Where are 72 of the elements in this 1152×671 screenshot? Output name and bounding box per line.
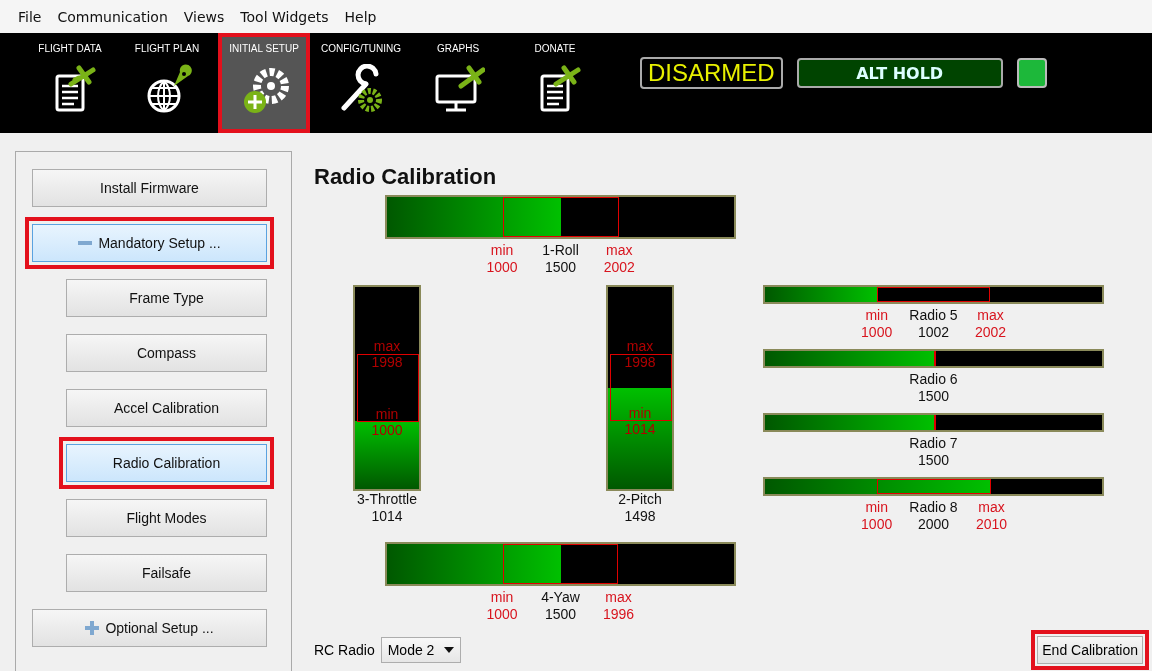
sidebar-button[interactable]: Failsafe xyxy=(66,554,267,592)
max-value: 1998 xyxy=(371,354,403,371)
max-label: max xyxy=(977,307,1004,324)
min-value: 1000 xyxy=(486,606,518,623)
min-label: min xyxy=(490,589,514,606)
min-label: min xyxy=(865,499,888,516)
max-label: max xyxy=(605,589,632,606)
channel-value: 1500 xyxy=(917,452,950,469)
sidebar-button[interactable]: Optional Setup ... xyxy=(32,609,267,647)
nav-tab[interactable]: DONATE xyxy=(509,33,601,133)
channel-name: Radio 8 xyxy=(909,499,958,516)
max-value: 2010 xyxy=(975,516,1008,533)
sidebar-button[interactable]: Accel Calibration xyxy=(66,389,267,427)
max-label: max xyxy=(978,499,1005,516)
sidebar-button[interactable]: Radio Calibration xyxy=(66,444,267,482)
menu-item[interactable]: Views xyxy=(175,8,233,25)
range-marker xyxy=(933,351,936,366)
channel-value: 1500 xyxy=(544,606,577,623)
channel-value: 1500 xyxy=(917,388,950,405)
page-title: Radio Calibration xyxy=(314,164,498,190)
nav-tab[interactable]: FLIGHT PLAN xyxy=(121,33,213,133)
channel-name: Radio 6 xyxy=(909,371,958,388)
max-value: 2002 xyxy=(974,324,1007,341)
sidebar-button[interactable]: Mandatory Setup ... xyxy=(32,224,267,262)
highlight-frame[interactable]: INITIAL SETUP xyxy=(218,33,310,133)
max-value: 1996 xyxy=(602,606,635,623)
nav-tab[interactable]: FLIGHT DATA xyxy=(24,33,116,133)
caret-icon xyxy=(444,647,455,653)
min-label: min xyxy=(628,404,652,421)
min-label: min xyxy=(490,242,514,259)
channel-name: Radio 7 xyxy=(909,435,958,452)
channel-value: 1500 xyxy=(544,259,577,276)
channel-name: 4-Yaw xyxy=(541,589,580,606)
status-light xyxy=(1016,58,1047,88)
sidebar-button[interactable]: Frame Type xyxy=(66,279,267,317)
max-value: 1998 xyxy=(624,354,656,371)
min-value: 1014 xyxy=(624,420,656,437)
channel-value: 1014 xyxy=(371,508,403,525)
sidebar-button[interactable]: Compass xyxy=(66,334,267,372)
range-marker xyxy=(357,354,419,422)
sidebar-button[interactable]: Install Firmware xyxy=(32,169,267,207)
channel-name: Radio 5 xyxy=(909,307,958,324)
range-marker xyxy=(933,415,936,430)
max-label: max xyxy=(373,338,401,355)
rc-radio-label: RC Radio xyxy=(314,642,375,658)
end-calibration-button[interactable]: End Calibration xyxy=(1037,636,1143,664)
flight-mode: ALT HOLD xyxy=(796,58,1003,88)
min-value: 1000 xyxy=(861,324,893,341)
mode-dropdown[interactable]: Mode 2 xyxy=(380,637,462,663)
channel-name: 2-Pitch xyxy=(618,491,662,508)
menu-item[interactable]: Help xyxy=(336,8,385,25)
max-label: max xyxy=(606,242,633,259)
min-label: min xyxy=(865,307,888,324)
menu-item[interactable]: Tool Widgets xyxy=(232,8,337,25)
range-marker xyxy=(610,354,672,421)
channel-name: 1-Roll xyxy=(542,242,579,259)
sidebar-button[interactable]: Flight Modes xyxy=(66,499,267,537)
max-label: max xyxy=(626,338,654,355)
max-value: 2002 xyxy=(603,259,635,276)
channel-name: 3-Throttle xyxy=(357,491,417,508)
nav-tab[interactable]: GRAPHS xyxy=(412,33,504,133)
channel-value: 2000 xyxy=(917,516,950,533)
channel-value: 1002 xyxy=(917,324,950,341)
channel-value: 1498 xyxy=(624,508,656,525)
nav-tab[interactable]: CONFIG/TUNING xyxy=(315,33,407,133)
menu-item[interactable]: Communication xyxy=(49,8,176,25)
min-value: 1000 xyxy=(486,259,518,276)
min-value: 1000 xyxy=(371,421,403,438)
min-value: 1000 xyxy=(861,516,893,533)
arm-status: DISARMED xyxy=(640,57,783,89)
menu-item[interactable]: File xyxy=(10,8,50,25)
min-label: min xyxy=(375,405,399,422)
